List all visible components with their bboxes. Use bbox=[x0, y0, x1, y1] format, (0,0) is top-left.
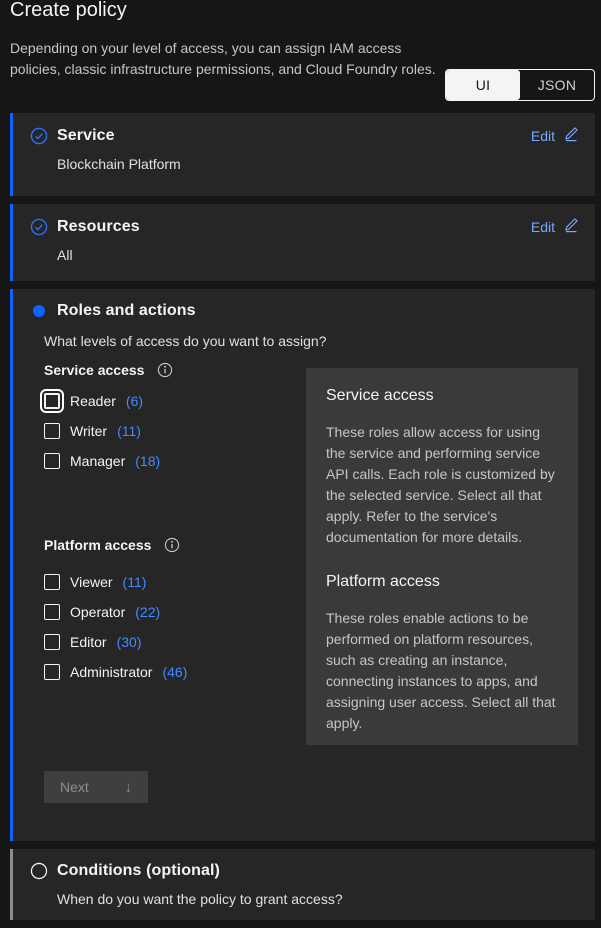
checkbox-row-manager[interactable]: Manager (18) bbox=[44, 449, 160, 473]
checkbox-label: Viewer bbox=[70, 574, 113, 590]
step-complete-check-icon bbox=[30, 218, 48, 236]
edit-pencil-icon bbox=[563, 126, 579, 145]
help-body-platform-access: These roles enable actions to be perform… bbox=[326, 608, 558, 734]
view-switcher: UI JSON bbox=[445, 69, 595, 101]
checkbox-manager[interactable] bbox=[44, 453, 60, 469]
edit-pencil-icon bbox=[563, 217, 579, 236]
checkbox-count: (6) bbox=[126, 393, 143, 409]
checkbox-count: (46) bbox=[162, 664, 187, 680]
checkbox-count: (18) bbox=[135, 453, 160, 469]
view-switcher-json-button[interactable]: JSON bbox=[520, 70, 594, 100]
checkbox-row-viewer[interactable]: Viewer (11) bbox=[44, 570, 146, 594]
help-heading-service-access: Service access bbox=[326, 387, 558, 405]
edit-resources-link[interactable]: Edit bbox=[531, 217, 579, 236]
roles-question: What levels of access do you want to ass… bbox=[44, 333, 326, 349]
step-complete-check-icon bbox=[30, 127, 48, 145]
step-value-resources: All bbox=[57, 246, 579, 264]
checkbox-count: (30) bbox=[117, 634, 142, 650]
step-card-resources: Resources Edit All bbox=[10, 204, 595, 281]
step-card-conditions: Conditions (optional) When do you want t… bbox=[10, 849, 595, 920]
edit-service-label: Edit bbox=[531, 128, 555, 144]
conditions-question: When do you want the policy to grant acc… bbox=[57, 890, 579, 908]
step-card-roles-and-actions: Roles and actions What levels of access … bbox=[10, 289, 595, 841]
service-access-label: Service access bbox=[44, 362, 144, 378]
checkbox-label: Writer bbox=[70, 423, 107, 439]
checkbox-label: Editor bbox=[70, 634, 107, 650]
info-icon[interactable] bbox=[164, 537, 180, 553]
step-title-roles: Roles and actions bbox=[57, 302, 579, 320]
checkbox-label: Operator bbox=[70, 604, 125, 620]
step-title-resources: Resources bbox=[57, 218, 522, 236]
step-title-conditions: Conditions (optional) bbox=[57, 862, 579, 880]
step-card-service: Service Edit Blockchain Platform bbox=[10, 113, 595, 196]
page-description: Depending on your level of access, you c… bbox=[10, 38, 442, 80]
step-incomplete-circle-icon bbox=[30, 862, 48, 880]
checkbox-count: (11) bbox=[117, 423, 141, 439]
checkbox-operator[interactable] bbox=[44, 604, 60, 620]
step-title-service: Service bbox=[57, 127, 522, 145]
edit-resources-label: Edit bbox=[531, 219, 555, 235]
checkbox-viewer[interactable] bbox=[44, 574, 60, 590]
checkbox-row-administrator[interactable]: Administrator (46) bbox=[44, 660, 187, 684]
checkbox-reader[interactable] bbox=[44, 393, 60, 409]
edit-service-link[interactable]: Edit bbox=[531, 126, 579, 145]
page-title: Create policy bbox=[10, 0, 127, 24]
step-value-service: Blockchain Platform bbox=[57, 155, 579, 173]
checkbox-row-writer[interactable]: Writer (11) bbox=[44, 419, 141, 443]
help-heading-platform-access: Platform access bbox=[326, 573, 558, 591]
checkbox-row-editor[interactable]: Editor (30) bbox=[44, 630, 141, 654]
view-switcher-ui-button[interactable]: UI bbox=[446, 70, 520, 100]
checkbox-editor[interactable] bbox=[44, 634, 60, 650]
next-button[interactable]: Next ↓ bbox=[44, 771, 148, 803]
checkbox-row-operator[interactable]: Operator (22) bbox=[44, 600, 160, 624]
checkbox-count: (22) bbox=[135, 604, 160, 620]
checkbox-label: Reader bbox=[70, 393, 116, 409]
checkbox-label: Manager bbox=[70, 453, 125, 469]
platform-access-label: Platform access bbox=[44, 537, 151, 553]
info-icon[interactable] bbox=[157, 362, 173, 378]
checkbox-administrator[interactable] bbox=[44, 664, 60, 680]
arrow-down-icon: ↓ bbox=[125, 780, 133, 795]
checkbox-row-reader[interactable]: Reader (6) bbox=[44, 389, 143, 413]
step-current-dot-icon bbox=[33, 305, 45, 317]
checkbox-label: Administrator bbox=[70, 664, 152, 680]
checkbox-count: (11) bbox=[123, 574, 147, 590]
help-body-service-access: These roles allow access for using the s… bbox=[326, 422, 558, 548]
next-button-label: Next bbox=[60, 779, 89, 795]
access-help-panel: Service access These roles allow access … bbox=[306, 368, 578, 745]
checkbox-writer[interactable] bbox=[44, 423, 60, 439]
